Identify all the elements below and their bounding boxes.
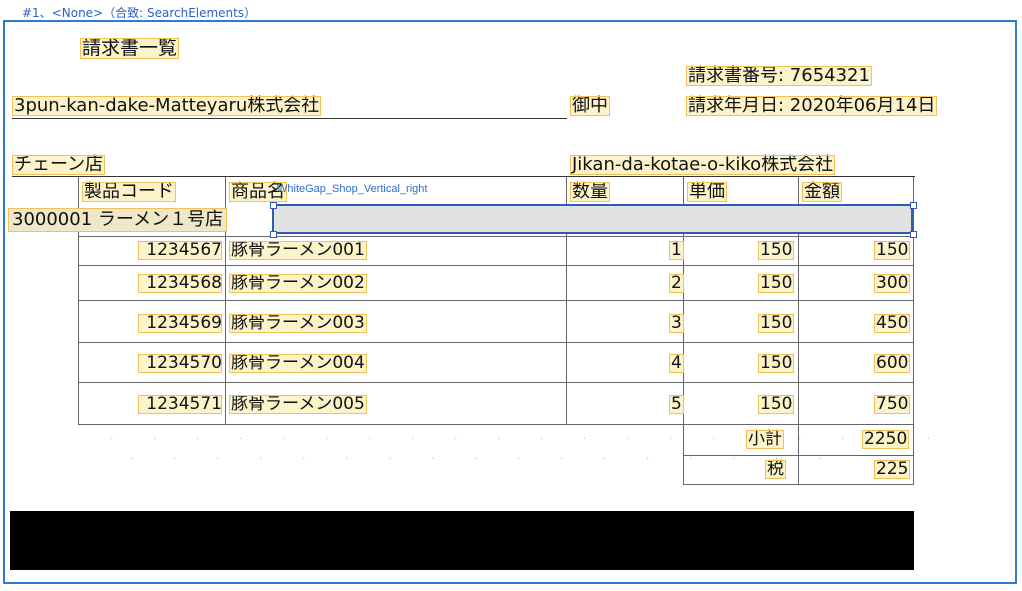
table-row-line xyxy=(78,265,914,266)
whitespace-dots: · · · · · · · · · · · · · · · · · xyxy=(130,452,840,465)
invoice-title: 請求書一覧 xyxy=(80,37,180,59)
selection-box[interactable] xyxy=(272,204,913,234)
resize-handle[interactable] xyxy=(270,231,277,238)
row-amount: 300 xyxy=(874,273,911,293)
shop-underline xyxy=(12,176,915,177)
table-row-line xyxy=(78,382,914,383)
row-unit: 150 xyxy=(758,353,795,373)
invoice-number: 請求書番号: 7654321 xyxy=(686,65,872,86)
store-row-label: 3000001 ラーメン１号店 xyxy=(8,208,228,232)
issuer-company: Jikan-da-kotae-o-kiko株式会社 xyxy=(570,154,836,175)
recipient-company: 3pun-kan-dake-Matteyaru株式会社 xyxy=(12,95,322,116)
tax-label: 税 xyxy=(765,459,786,479)
table-row-line xyxy=(683,484,914,485)
subtotal-value: 2250 xyxy=(862,429,910,449)
row-qty: 3 xyxy=(669,313,684,333)
honorific: 御中 xyxy=(570,95,610,116)
row-amount: 150 xyxy=(874,240,911,260)
row-name: 豚骨ラーメン004 xyxy=(229,353,367,373)
row-qty: 4 xyxy=(669,353,684,373)
row-unit: 150 xyxy=(758,240,795,260)
row-code: 1234569 xyxy=(138,314,222,333)
table-row-line xyxy=(78,424,914,425)
row-amount: 750 xyxy=(874,394,911,414)
subtotal-label: 小計 xyxy=(746,429,784,449)
header-unit-price: 単価 xyxy=(687,181,727,202)
row-name: 豚骨ラーメン002 xyxy=(229,273,367,293)
shop-label: チェーン店 xyxy=(12,154,106,175)
recipient-underline xyxy=(12,118,567,119)
row-qty: 5 xyxy=(669,394,684,414)
row-code: 1234568 xyxy=(138,274,222,293)
whitespace-dots: · · · · · · · · · · · · · · · · · · · · xyxy=(110,432,949,445)
header-product-code: 製品コード xyxy=(82,181,176,202)
row-code: 1234567 xyxy=(138,241,222,260)
row-qty: 2 xyxy=(669,273,684,293)
tax-value: 225 xyxy=(874,459,911,479)
row-unit: 150 xyxy=(758,313,795,333)
invoice-date: 請求年月日: 2020年06月14日 xyxy=(686,95,938,116)
header-quantity: 数量 xyxy=(570,181,610,202)
table-row-line xyxy=(78,342,914,343)
row-name: 豚骨ラーメン001 xyxy=(229,240,367,260)
selection-label: WhiteGap_Shop_Vertical_right xyxy=(277,183,428,195)
row-code: 1234570 xyxy=(138,354,222,373)
resize-handle[interactable] xyxy=(910,231,917,238)
row-amount: 600 xyxy=(874,353,911,373)
row-qty: 1 xyxy=(669,240,684,260)
row-code: 1234571 xyxy=(138,395,222,414)
row-unit: 150 xyxy=(758,394,795,414)
row-amount: 450 xyxy=(874,313,911,333)
table-row-line xyxy=(78,236,914,237)
row-name: 豚骨ラーメン003 xyxy=(229,313,367,333)
resize-handle[interactable] xyxy=(270,202,277,209)
header-amount: 金額 xyxy=(802,181,842,202)
table-row-line xyxy=(78,300,914,301)
resize-handle[interactable] xyxy=(910,202,917,209)
frame-title: #1、<None>（合致: SearchElements） xyxy=(22,6,257,20)
redaction-bar xyxy=(10,511,914,570)
row-unit: 150 xyxy=(758,273,795,293)
row-name: 豚骨ラーメン005 xyxy=(229,394,367,414)
